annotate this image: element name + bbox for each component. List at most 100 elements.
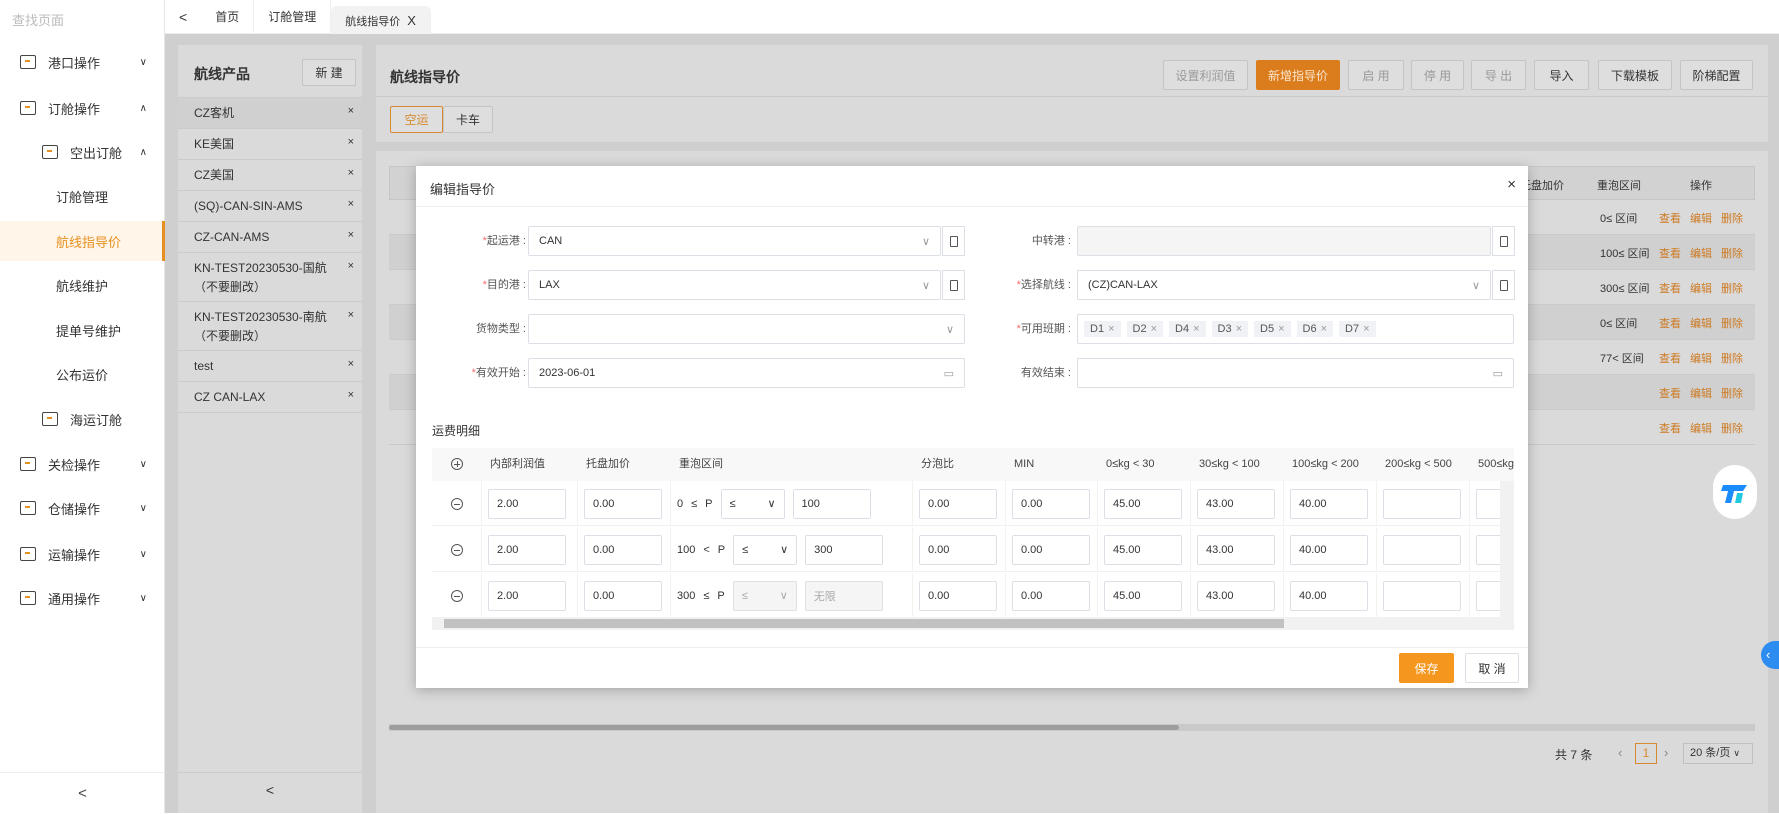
tab-air[interactable]: 空运: [390, 106, 443, 133]
collapse-sidebar-button[interactable]: <: [0, 772, 165, 813]
view-link[interactable]: 查看: [1659, 353, 1681, 365]
remove-product-icon[interactable]: ×: [348, 164, 354, 183]
product-item[interactable]: test ×: [178, 351, 362, 382]
new-product-button[interactable]: 新 建: [302, 59, 356, 86]
toolbar-button[interactable]: 新增指导价: [1256, 60, 1340, 90]
view-link[interactable]: 查看: [1659, 213, 1681, 225]
close-tab-icon[interactable]: X: [407, 13, 416, 28]
delete-link[interactable]: 删除: [1721, 213, 1743, 225]
min-input[interactable]: 0.00: [1012, 488, 1090, 519]
tab-home[interactable]: 首页: [201, 0, 255, 34]
start-date-picker[interactable]: 2023-06-01 ▭: [528, 358, 965, 388]
next-page-button[interactable]: ›: [1664, 745, 1668, 760]
table-scrollbar[interactable]: [389, 725, 1179, 730]
end-date-picker[interactable]: ▭: [1077, 358, 1514, 388]
remove-row-button[interactable]: [432, 481, 482, 526]
comparator-select[interactable]: ≤ ∨: [720, 488, 785, 519]
page-size-select[interactable]: 20 条/页 ∨: [1683, 743, 1753, 764]
range-upper-input[interactable]: 300: [805, 534, 884, 565]
toolbar-button[interactable]: 导入: [1534, 60, 1589, 90]
price-input[interactable]: 43.00: [1197, 534, 1275, 565]
origin-select[interactable]: CAN ∨: [528, 226, 941, 256]
edit-link[interactable]: 编辑: [1690, 353, 1712, 365]
min-input[interactable]: 0.00: [1012, 534, 1090, 565]
tab-route-guide-price[interactable]: 航线指导价 X: [331, 5, 431, 34]
cancel-button[interactable]: 取 消: [1465, 653, 1519, 683]
toolbar-button[interactable]: 导 出: [1471, 60, 1526, 90]
remove-tag-icon[interactable]: ×: [1321, 323, 1327, 335]
range-upper-input[interactable]: 无限: [804, 580, 883, 611]
profit-input[interactable]: 2.00: [488, 534, 566, 565]
product-item[interactable]: CZ CAN-LAX ×: [178, 382, 362, 413]
delete-link[interactable]: 删除: [1721, 248, 1743, 260]
close-dialog-button[interactable]: ×: [1507, 176, 1516, 193]
sidebar-item[interactable]: 海运订舱: [0, 399, 165, 439]
pallet-input[interactable]: 0.00: [584, 580, 662, 611]
remove-product-icon[interactable]: ×: [348, 226, 354, 245]
remove-product-icon[interactable]: ×: [348, 386, 354, 405]
price-input[interactable]: 43.00: [1197, 580, 1275, 611]
sidebar-item[interactable]: 航线指导价: [0, 221, 165, 261]
min-input[interactable]: 0.00: [1012, 580, 1090, 611]
edit-link[interactable]: 编辑: [1690, 423, 1712, 435]
sidebar-item[interactable]: 提单号维护: [0, 310, 165, 350]
tab-booking-management[interactable]: 订舱管理: [254, 0, 332, 34]
horizontal-scrollbar[interactable]: [432, 617, 1514, 630]
search-input[interactable]: 查找页面: [12, 10, 64, 29]
collapse-product-panel-button[interactable]: <: [178, 782, 362, 798]
sidebar-item[interactable]: 通用操作 ∨: [0, 578, 165, 618]
edit-link[interactable]: 编辑: [1690, 283, 1712, 295]
delete-link[interactable]: 删除: [1721, 283, 1743, 295]
pallet-input[interactable]: 0.00: [584, 534, 662, 565]
view-link[interactable]: 查看: [1659, 248, 1681, 260]
price-input[interactable]: 40.00: [1290, 488, 1368, 519]
edit-link[interactable]: 编辑: [1690, 213, 1712, 225]
ratio-input[interactable]: 0.00: [919, 580, 997, 611]
tab-back-button[interactable]: <: [165, 0, 201, 34]
price-input[interactable]: 45.00: [1104, 488, 1182, 519]
price-input[interactable]: 45.00: [1104, 534, 1182, 565]
view-link[interactable]: 查看: [1659, 388, 1681, 400]
sidebar-item[interactable]: 订舱管理: [0, 176, 165, 216]
transit-input[interactable]: [1077, 226, 1491, 256]
remove-product-icon[interactable]: ×: [348, 355, 354, 374]
price-input[interactable]: 40.00: [1290, 534, 1368, 565]
sidebar-item[interactable]: 航线维护: [0, 265, 165, 305]
sidebar-item[interactable]: 空出订舱 ∧: [0, 132, 165, 172]
comparator-select[interactable]: ≤ ∨: [733, 534, 798, 565]
remove-row-button[interactable]: [432, 527, 482, 572]
remove-tag-icon[interactable]: ×: [1193, 323, 1199, 335]
remove-tag-icon[interactable]: ×: [1108, 323, 1114, 335]
sidebar-item[interactable]: 订舱操作 ∧: [0, 88, 165, 128]
price-input[interactable]: 43.00: [1197, 488, 1275, 519]
price-input[interactable]: [1383, 488, 1461, 519]
delete-link[interactable]: 删除: [1721, 423, 1743, 435]
tab-truck[interactable]: 卡车: [443, 106, 493, 133]
toolbar-button[interactable]: 启 用: [1348, 60, 1404, 90]
assistant-float-button[interactable]: [1713, 465, 1757, 519]
remove-tag-icon[interactable]: ×: [1236, 323, 1242, 335]
ratio-input[interactable]: 0.00: [919, 488, 997, 519]
add-row-button[interactable]: [432, 448, 482, 481]
sidebar-item[interactable]: 运输操作 ∨: [0, 534, 165, 574]
sidebar-item[interactable]: 关检操作 ∨: [0, 444, 165, 484]
prev-page-button[interactable]: ‹: [1618, 745, 1622, 760]
save-button[interactable]: 保存: [1399, 653, 1454, 683]
remove-product-icon[interactable]: ×: [348, 195, 354, 214]
product-item[interactable]: KN-TEST20230530-南航（不要删改） ×: [178, 302, 362, 351]
remove-product-icon[interactable]: ×: [348, 306, 354, 325]
edit-link[interactable]: 编辑: [1690, 248, 1712, 260]
sidebar-item[interactable]: 港口操作 ∨: [0, 42, 165, 82]
product-item[interactable]: CZ美国 ×: [178, 160, 362, 191]
schedule-multiselect[interactable]: D1 × D2 × D4 × D3 × D5 × D6 × D7 ×: [1077, 314, 1514, 344]
view-link[interactable]: 查看: [1659, 283, 1681, 295]
price-input[interactable]: 40.00: [1290, 580, 1368, 611]
price-input[interactable]: 45.00: [1104, 580, 1182, 611]
remove-tag-icon[interactable]: ×: [1278, 323, 1284, 335]
toolbar-button[interactable]: 阶梯配置: [1680, 60, 1753, 90]
copy-route-button[interactable]: [1492, 270, 1515, 300]
ratio-input[interactable]: 0.00: [919, 534, 997, 565]
price-input[interactable]: [1383, 534, 1461, 565]
remove-row-button[interactable]: [432, 573, 482, 618]
view-link[interactable]: 查看: [1659, 423, 1681, 435]
